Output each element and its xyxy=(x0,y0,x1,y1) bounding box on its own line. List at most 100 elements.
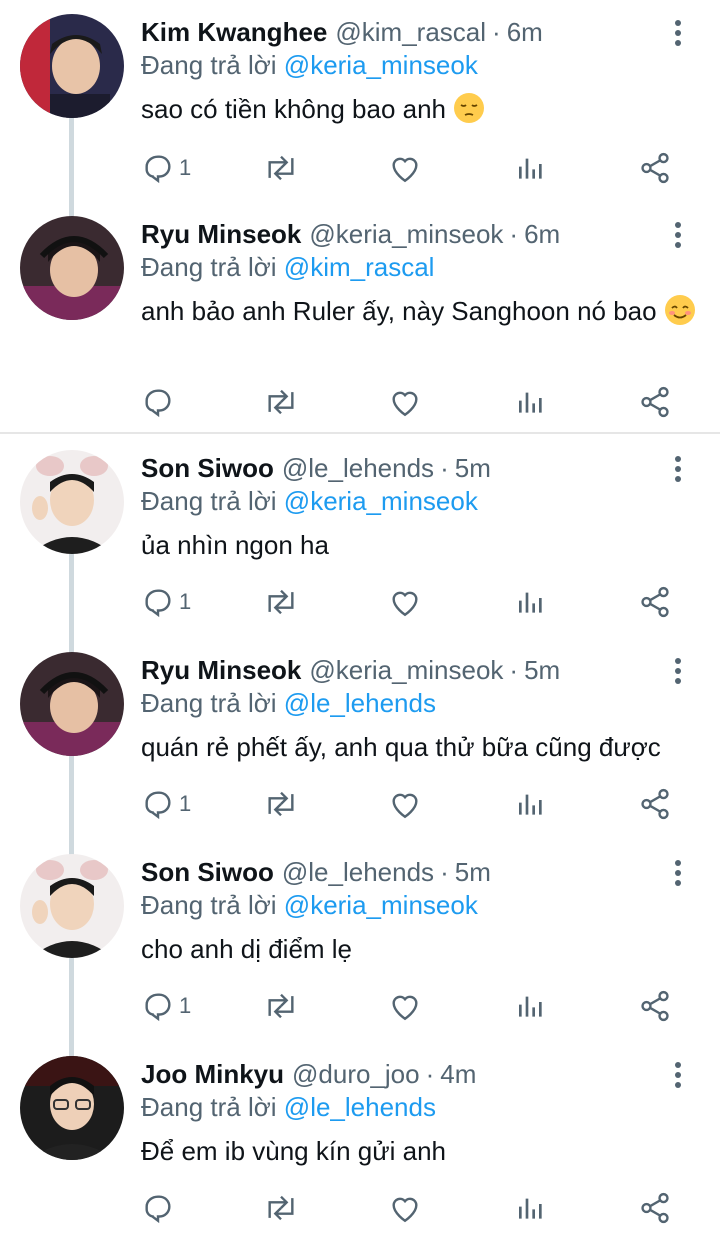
share-icon xyxy=(641,152,669,184)
retweet-button[interactable] xyxy=(262,582,300,622)
tweet-text-content: ủa nhìn ngon ha xyxy=(141,530,329,560)
tweet-text: ủa nhìn ngon ha xyxy=(141,528,701,562)
more-icon[interactable] xyxy=(668,220,688,250)
retweet-button[interactable] xyxy=(262,784,300,824)
retweet-button[interactable] xyxy=(262,148,300,188)
share-button[interactable] xyxy=(638,382,672,422)
views-button[interactable] xyxy=(515,986,547,1026)
share-icon xyxy=(641,788,669,820)
share-icon xyxy=(641,1192,669,1224)
timestamp[interactable]: 6m xyxy=(507,17,543,48)
tweet[interactable]: Son Siwoo @le_lehends · 5m Đang trả lời … xyxy=(0,450,720,640)
more-icon[interactable] xyxy=(668,656,688,686)
separator: · xyxy=(425,1058,435,1089)
views-button[interactable] xyxy=(515,382,547,422)
tweet[interactable]: Kim Kwanghee @kim_rascal · 6m Đang trả l… xyxy=(0,14,720,204)
tweet-text: quán rẻ phết ấy, anh qua thử bữa cũng đư… xyxy=(141,730,711,764)
avatar[interactable] xyxy=(20,854,124,958)
reply-count: 1 xyxy=(179,155,192,180)
like-icon xyxy=(392,157,418,183)
timestamp[interactable]: 4m xyxy=(440,1059,476,1090)
timestamp[interactable]: 5m xyxy=(455,857,491,888)
mention-link[interactable]: @le_lehends xyxy=(284,688,436,718)
views-button[interactable] xyxy=(515,148,547,188)
author-handle[interactable]: @keria_minseok xyxy=(309,655,503,686)
separator: · xyxy=(509,218,519,249)
avatar[interactable] xyxy=(20,216,124,320)
reply-button[interactable] xyxy=(141,382,179,422)
reply-icon xyxy=(145,993,171,1022)
reply-button[interactable] xyxy=(141,1188,179,1228)
tweet[interactable]: Ryu Minseok @keria_minseok · 5m Đang trả… xyxy=(0,652,720,842)
mention-link[interactable]: @kim_rascal xyxy=(284,252,435,282)
author-handle[interactable]: @keria_minseok xyxy=(309,219,503,250)
retweet-button[interactable] xyxy=(262,1188,300,1228)
like-button[interactable] xyxy=(388,382,422,422)
like-button[interactable] xyxy=(388,1188,422,1228)
separator: · xyxy=(440,856,449,887)
share-button[interactable] xyxy=(638,582,672,622)
author-handle[interactable]: @kim_rascal xyxy=(335,17,486,48)
retweet-icon xyxy=(268,389,294,415)
share-button[interactable] xyxy=(638,148,672,188)
mention-link[interactable]: @keria_minseok xyxy=(284,486,478,516)
reply-icon xyxy=(145,589,171,618)
like-button[interactable] xyxy=(388,582,422,622)
views-button[interactable] xyxy=(515,784,547,824)
more-icon[interactable] xyxy=(668,18,688,48)
retweet-icon xyxy=(268,589,294,615)
avatar[interactable] xyxy=(20,450,124,554)
tweet-text-content: sao có tiền không bao anh xyxy=(141,94,447,124)
share-button[interactable] xyxy=(638,986,672,1026)
reply-button[interactable]: 1 xyxy=(141,784,191,824)
author-name[interactable]: Ryu Minseok xyxy=(141,219,301,250)
views-button[interactable] xyxy=(515,582,547,622)
author-name[interactable]: Son Siwoo xyxy=(141,857,274,888)
reply-count: 1 xyxy=(179,993,192,1018)
author-handle[interactable]: @le_lehends xyxy=(282,857,434,888)
like-button[interactable] xyxy=(388,148,422,188)
smiling-blush-emoji xyxy=(664,295,695,325)
replying-to: Đang trả lời @keria_minseok xyxy=(141,890,478,921)
tweet[interactable]: Ryu Minseok @keria_minseok · 6m Đang trả… xyxy=(0,216,720,430)
retweet-button[interactable] xyxy=(262,986,300,1026)
tweet[interactable]: Joo Minkyu @duro_joo · 4m Đang trả lời @… xyxy=(0,1056,720,1236)
views-button[interactable] xyxy=(515,1188,547,1228)
avatar[interactable] xyxy=(20,1056,124,1160)
mention-link[interactable]: @keria_minseok xyxy=(284,890,478,920)
timestamp[interactable]: 5m xyxy=(455,453,491,484)
author-handle[interactable]: @duro_joo xyxy=(292,1059,420,1090)
author-name[interactable]: Ryu Minseok xyxy=(141,655,301,686)
avatar[interactable] xyxy=(20,14,124,118)
avatar[interactable] xyxy=(20,652,124,756)
mention-link[interactable]: @le_lehends xyxy=(284,1092,436,1122)
reply-icon xyxy=(145,155,171,184)
replying-to-label: Đang trả lời xyxy=(141,688,277,718)
replying-to-label: Đang trả lời xyxy=(141,890,277,920)
tweet[interactable]: Son Siwoo @le_lehends · 5m Đang trả lời … xyxy=(0,854,720,1044)
author-handle[interactable]: @le_lehends xyxy=(282,453,434,484)
author-name[interactable]: Son Siwoo xyxy=(141,453,274,484)
reply-button[interactable]: 1 xyxy=(141,986,191,1026)
timestamp[interactable]: 6m xyxy=(524,219,560,250)
more-icon[interactable] xyxy=(668,1060,688,1090)
share-button[interactable] xyxy=(638,784,672,824)
like-button[interactable] xyxy=(388,784,422,824)
like-button[interactable] xyxy=(388,986,422,1026)
reply-button[interactable]: 1 xyxy=(141,582,191,622)
author-name[interactable]: Kim Kwanghee xyxy=(141,17,327,48)
retweet-button[interactable] xyxy=(262,382,300,422)
more-icon[interactable] xyxy=(668,454,688,484)
mention-link[interactable]: @keria_minseok xyxy=(284,50,478,80)
timestamp[interactable]: 5m xyxy=(524,655,560,686)
share-button[interactable] xyxy=(638,1188,672,1228)
tweet-text: sao có tiền không bao anh xyxy=(141,92,701,126)
replying-to-label: Đang trả lời xyxy=(141,252,277,282)
share-icon xyxy=(641,990,669,1022)
replying-to: Đang trả lời @keria_minseok xyxy=(141,50,478,81)
author-name[interactable]: Joo Minkyu xyxy=(141,1059,284,1090)
more-icon[interactable] xyxy=(668,858,688,888)
reply-button[interactable]: 1 xyxy=(141,148,191,188)
like-icon xyxy=(392,591,418,617)
separator: · xyxy=(509,654,519,685)
